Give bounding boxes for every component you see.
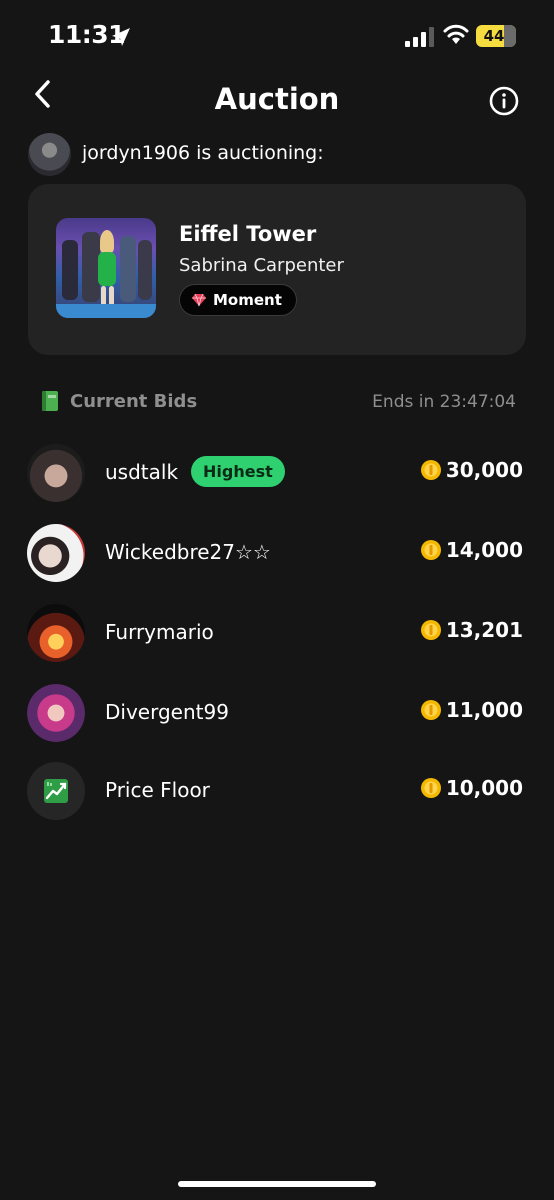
bid-amount: 10,000 (420, 776, 523, 800)
info-icon[interactable] (488, 85, 520, 117)
bid-row[interactable]: Furrymario 13,201 (0, 598, 554, 668)
chart-increasing-icon (44, 779, 68, 803)
home-indicator[interactable] (178, 1181, 376, 1187)
bid-amount-value: 30,000 (445, 458, 523, 482)
bid-row[interactable]: Wickedbre27☆☆ 14,000 (0, 518, 554, 588)
coin-icon (420, 700, 441, 720)
bidder-name: Furrymario (105, 620, 214, 644)
highest-bid-badge: Highest (191, 456, 285, 487)
coin-icon (420, 778, 441, 798)
bid-row[interactable]: usdtalk Highest 30,000 (0, 438, 554, 508)
seller-label: jordyn1906 is auctioning: (82, 142, 324, 164)
bidder-avatar (27, 604, 85, 662)
coin-icon (420, 620, 441, 640)
bid-amount-value: 10,000 (445, 776, 523, 800)
current-bids-header: Current Bids Ends in 23:47:04 (40, 389, 520, 415)
bidder-name: Price Floor (105, 778, 210, 802)
bid-amount-value: 13,201 (445, 618, 523, 642)
bid-amount: 14,000 (420, 538, 523, 562)
book-icon (42, 391, 58, 411)
moment-badge-label: Moment (213, 291, 282, 309)
bidder-name: usdtalk (105, 460, 179, 484)
bid-amount: 30,000 (420, 458, 523, 482)
bid-amount-value: 14,000 (445, 538, 523, 562)
bid-row[interactable]: Price Floor 10,000 (0, 756, 554, 826)
auction-ends-timer: Ends in 23:47:04 (372, 392, 516, 412)
wifi-icon (443, 24, 469, 44)
page-title: Auction (214, 82, 340, 116)
gem-icon (192, 293, 206, 307)
coin-icon (420, 540, 441, 560)
bidder-avatar (27, 524, 85, 582)
item-title: Eiffel Tower (179, 222, 317, 246)
current-bids-label: Current Bids (70, 391, 198, 412)
coin-icon (420, 460, 441, 480)
moment-badge: Moment (179, 284, 297, 316)
bidder-avatar (27, 684, 85, 742)
bidder-name: Divergent99 (105, 700, 229, 724)
price-floor-avatar (27, 762, 85, 820)
item-artwork (56, 218, 156, 318)
location-arrow-icon (112, 28, 130, 46)
status-bar: 11:31 44 (0, 0, 554, 72)
bid-amount: 11,000 (420, 698, 523, 722)
bid-amount: 13,201 (420, 618, 523, 642)
auction-screen: 11:31 44 Auction jordyn1906 is auctionin… (0, 0, 554, 1200)
bid-row[interactable]: Divergent99 11,000 (0, 678, 554, 748)
cellular-signal-icon (405, 27, 434, 47)
auction-item-card[interactable]: Eiffel Tower Sabrina Carpenter Moment (28, 184, 526, 355)
bid-amount-value: 11,000 (445, 698, 523, 722)
battery-icon: 44 (476, 25, 516, 47)
battery-level: 44 (483, 27, 505, 45)
bidder-name: Wickedbre27☆☆ (105, 540, 271, 564)
bidder-avatar (27, 444, 85, 502)
item-artist: Sabrina Carpenter (179, 255, 344, 276)
seller-avatar[interactable] (28, 133, 71, 176)
